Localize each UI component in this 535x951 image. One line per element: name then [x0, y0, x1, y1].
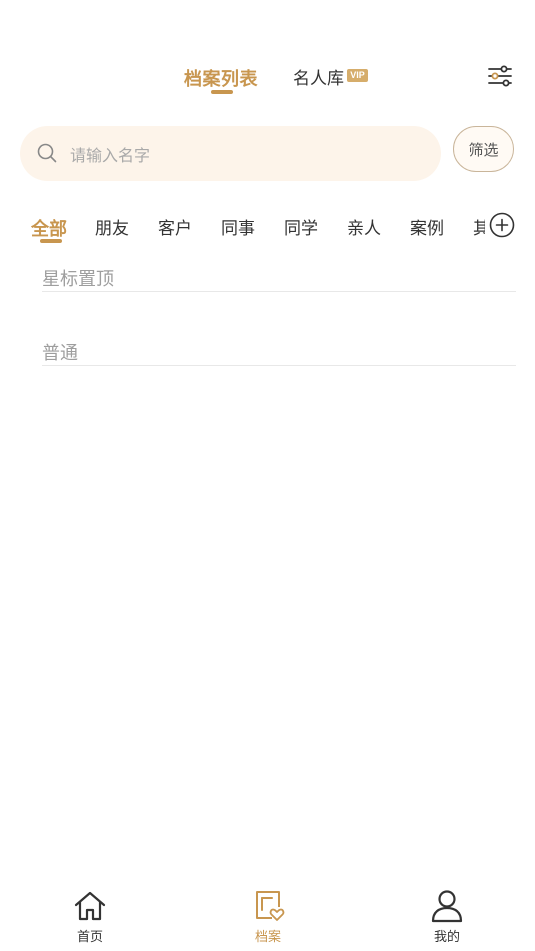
- nav-archive-label: 档案: [254, 930, 281, 945]
- user-icon: [429, 888, 465, 924]
- section-starred: 星标置顶: [42, 265, 516, 292]
- nav-mine-label: 我的: [433, 930, 460, 945]
- active-tab-indicator: [211, 90, 233, 94]
- archive-heart-icon: [250, 888, 286, 924]
- settings-sliders-icon[interactable]: [486, 62, 514, 90]
- category-tab-classmates[interactable]: 同学: [284, 214, 318, 239]
- vip-badge: VIP: [347, 69, 368, 82]
- category-scroll[interactable]: 全部 朋友 客户 同事 同学 亲人 案例 其: [31, 205, 485, 250]
- filter-button[interactable]: 筛选: [453, 126, 514, 172]
- nav-home[interactable]: 首页: [45, 880, 135, 951]
- home-icon: [72, 888, 108, 924]
- tab-archive-list[interactable]: 档案列表: [184, 65, 258, 91]
- nav-home-label: 首页: [76, 930, 103, 945]
- category-tab-friends[interactable]: 朋友: [95, 214, 129, 239]
- category-active-indicator: [40, 239, 62, 243]
- category-tabs: 全部 朋友 客户 同事 同学 亲人 案例 其: [0, 205, 535, 250]
- add-category-icon[interactable]: [489, 212, 515, 238]
- bottom-nav: 首页 档案 我的: [0, 880, 535, 951]
- category-tab-clients[interactable]: 客户: [158, 214, 192, 239]
- nav-mine[interactable]: 我的: [402, 880, 492, 951]
- section-normal: 普通: [42, 339, 516, 366]
- nav-archive[interactable]: 档案: [223, 880, 313, 951]
- search-input[interactable]: [68, 142, 422, 168]
- tab-celebrity[interactable]: 名人库: [293, 64, 344, 89]
- category-tab-relatives[interactable]: 亲人: [347, 214, 381, 239]
- category-tab-cases[interactable]: 案例: [410, 214, 444, 239]
- category-tab-other[interactable]: 其: [473, 214, 485, 239]
- search-bar: [20, 126, 441, 181]
- top-header: 档案列表 名人库 VIP: [0, 0, 535, 110]
- category-tab-colleagues[interactable]: 同事: [221, 214, 255, 239]
- category-tab-all[interactable]: 全部: [31, 215, 67, 241]
- search-icon: [37, 143, 57, 163]
